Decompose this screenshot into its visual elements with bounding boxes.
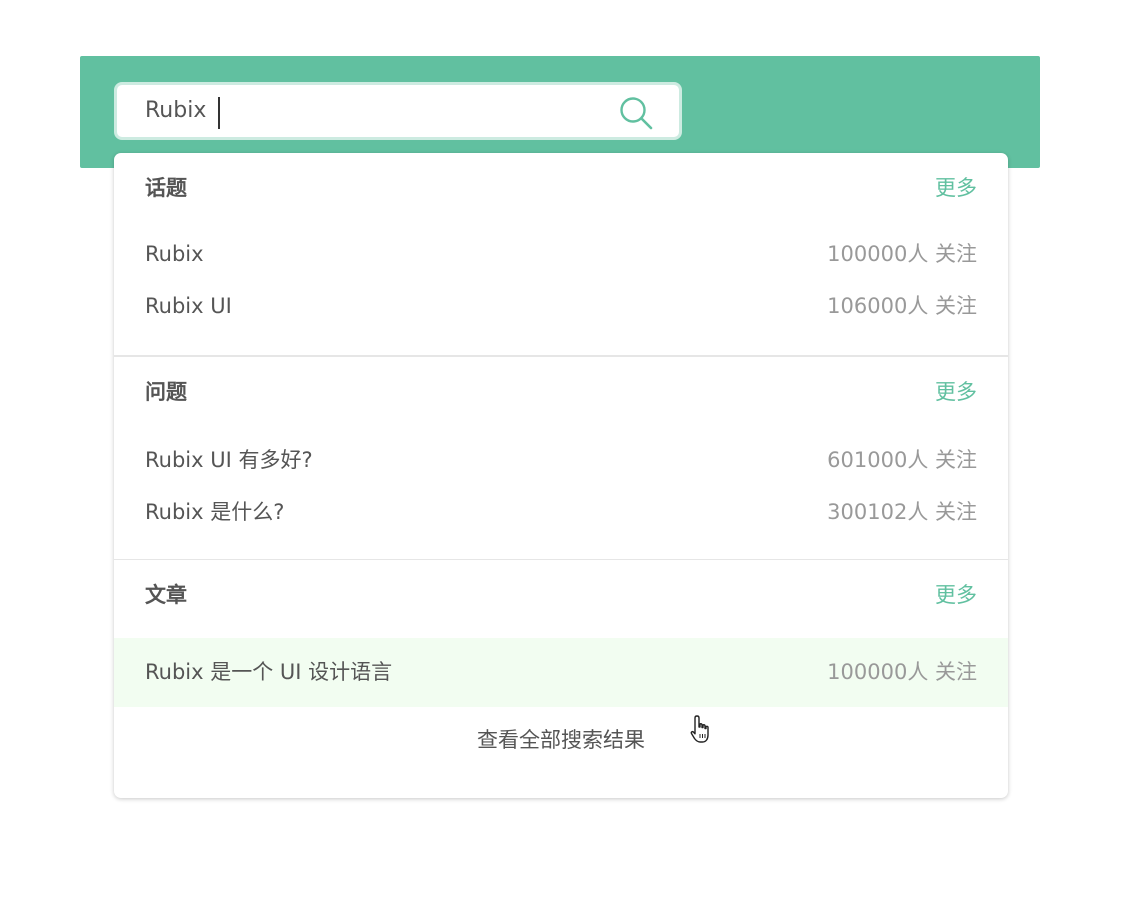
item-title: Rubix UI — [145, 294, 232, 318]
view-all-results-link[interactable]: 查看全部搜索结果 — [114, 707, 1008, 773]
item-title: Rubix 是一个 UI 设计语言 — [145, 660, 393, 684]
section-header: 文章 更多 — [114, 560, 1008, 624]
pointer-hand-icon — [690, 715, 709, 743]
text-caret — [218, 97, 220, 129]
section-topics: 话题 更多 Rubix 100000人 关注 Rubix UI 106000人 … — [114, 153, 1008, 332]
more-link[interactable]: 更多 — [935, 172, 977, 202]
search-box[interactable]: Rubix — [114, 82, 682, 140]
section-title: 文章 — [145, 583, 187, 607]
search-input[interactable]: Rubix — [145, 85, 206, 137]
section-title: 话题 — [145, 176, 187, 200]
follower-count: 601000人 关注 — [827, 447, 977, 472]
section-header: 话题 更多 — [114, 153, 1008, 217]
section-title: 问题 — [145, 379, 187, 404]
follower-count: 106000人 关注 — [827, 294, 977, 318]
follower-count: 300102人 关注 — [827, 499, 977, 524]
follower-count: 100000人 关注 — [827, 242, 977, 266]
list-item[interactable]: Rubix UI 106000人 关注 — [114, 280, 1008, 332]
list-item[interactable]: Rubix UI 有多好? 601000人 关注 — [114, 434, 1008, 486]
item-title: Rubix — [145, 242, 204, 266]
more-link[interactable]: 更多 — [935, 376, 977, 406]
list-item-hovered[interactable]: Rubix 是一个 UI 设计语言 100000人 关注 — [114, 638, 1008, 707]
list-item[interactable]: Rubix 是什么? 300102人 关注 — [114, 486, 1008, 538]
more-link[interactable]: 更多 — [935, 579, 977, 609]
page: Rubix 话题 更多 Rubix 100000人 关注 Rubix UI 10… — [0, 0, 1136, 906]
search-icon[interactable] — [619, 96, 653, 130]
search-suggestions-dropdown: 话题 更多 Rubix 100000人 关注 Rubix UI 106000人 … — [114, 153, 1008, 798]
list-item[interactable]: Rubix 100000人 关注 — [114, 228, 1008, 280]
section-questions: 问题 更多 Rubix UI 有多好? 601000人 关注 Rubix 是什么… — [114, 357, 1008, 538]
follower-count: 100000人 关注 — [827, 660, 977, 684]
item-title: Rubix 是什么? — [145, 499, 285, 524]
item-title: Rubix UI 有多好? — [145, 447, 313, 472]
section-header: 问题 更多 — [114, 357, 1008, 421]
section-articles: 文章 更多 Rubix 是一个 UI 设计语言 100000人 关注 — [114, 560, 1008, 707]
